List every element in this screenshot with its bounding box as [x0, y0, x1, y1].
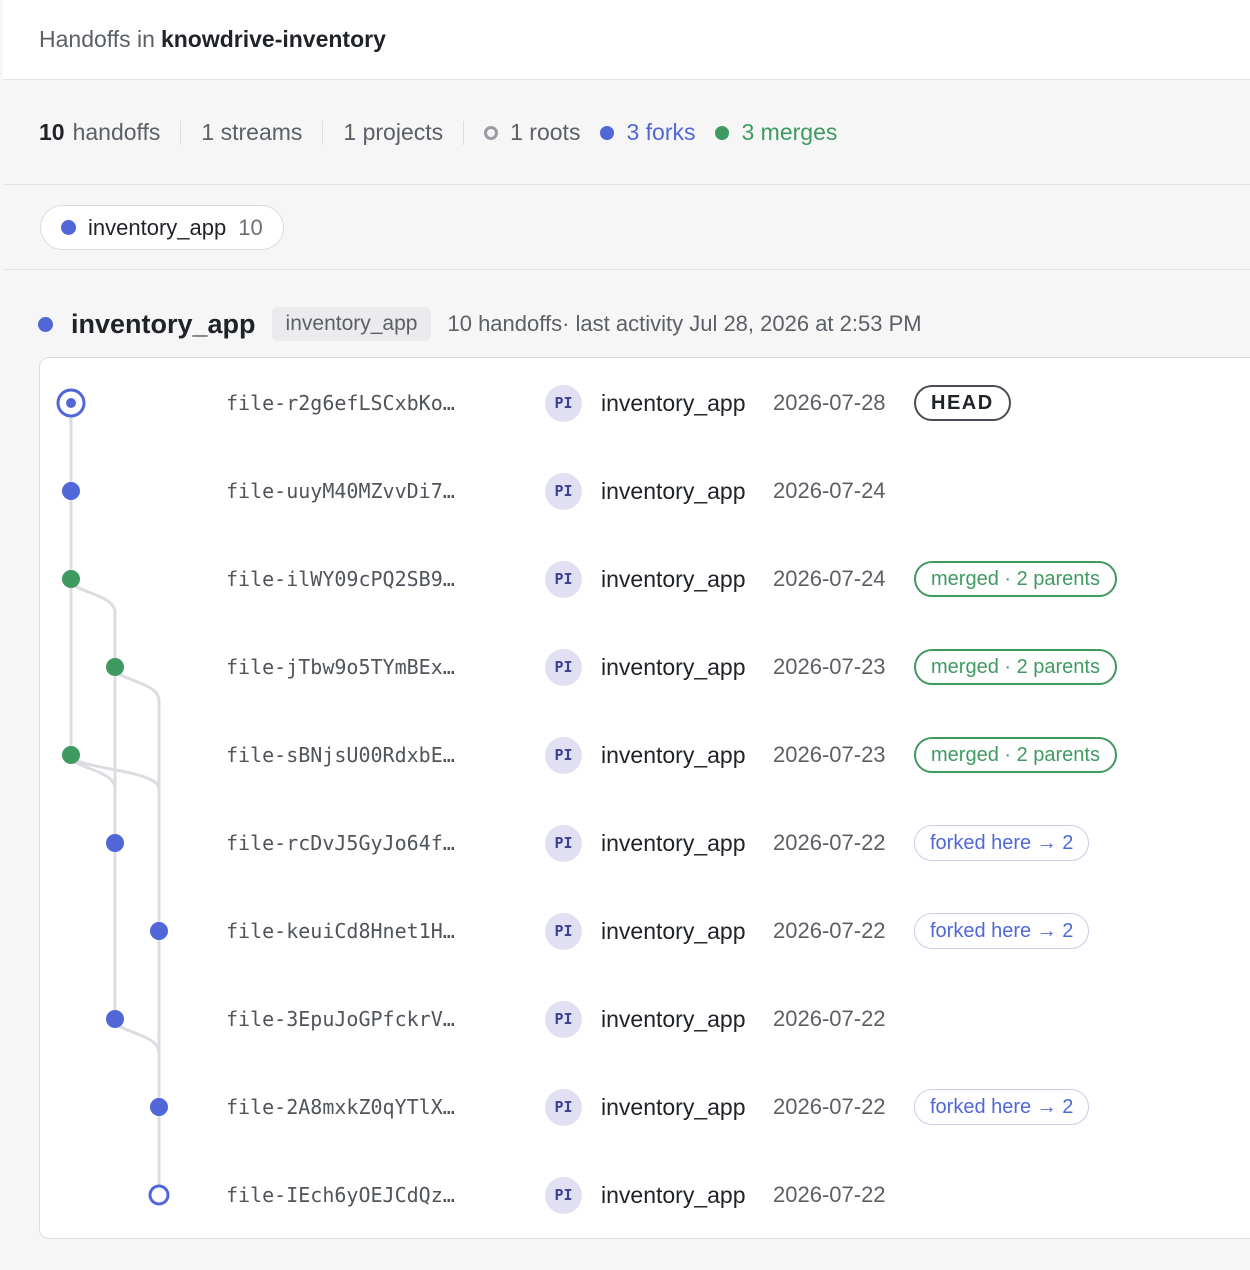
badge-head: HEAD	[914, 385, 1011, 421]
handoff-author: inventory_app	[601, 389, 746, 416]
handoff-row[interactable]: file-r2g6efLSCxbKo… PI inventory_app 2026-0…	[40, 378, 1250, 428]
divider	[180, 120, 182, 145]
stream-filter-chip[interactable]: inventory_app 10	[40, 205, 284, 250]
handoff-author: inventory_app	[601, 829, 746, 856]
handoff-author: inventory_app	[601, 565, 746, 592]
handoff-file[interactable]: file-rcDvJ5GyJo64f…	[226, 831, 455, 855]
badge-forked: forked here → 2	[914, 1089, 1090, 1125]
handoff-file[interactable]: file-uuyM40MZvvDi7…	[226, 479, 455, 503]
handoff-date: 2026-07-22	[773, 1006, 886, 1031]
badge-merged: merged · 2 parents	[914, 561, 1117, 597]
handoff-file[interactable]: file-keuiCd8Hnet1H…	[226, 919, 455, 943]
roots-label: 1 roots	[510, 119, 581, 145]
handoff-file[interactable]: file-IEch6yOEJCdQz…	[226, 1183, 455, 1207]
repo-name[interactable]: knowdrive-inventory	[161, 26, 386, 53]
handoff-date: 2026-07-22	[773, 830, 886, 855]
handoff-date: 2026-07-24	[773, 478, 886, 503]
handoff-date: 2026-07-23	[773, 742, 886, 767]
handoff-author: inventory_app	[601, 477, 746, 504]
fork-dot-icon	[600, 125, 615, 140]
handoff-file[interactable]: file-jTbw9o5TYmBEx…	[226, 655, 455, 679]
avatar: PI	[545, 1088, 582, 1126]
stream-count: 10 handoffs	[447, 311, 563, 336]
handoff-date: 2026-07-28	[773, 390, 886, 415]
stream-activity: · last activity Jul 28, 2026 at 2:53 PM	[562, 311, 922, 336]
avatar: PI	[545, 736, 582, 774]
avatar: PI	[545, 472, 582, 510]
badge-forked: forked here → 2	[914, 913, 1090, 949]
stream-header: inventory_app inventory_app 10 handoffs …	[38, 303, 922, 345]
handoff-date: 2026-07-23	[773, 654, 886, 679]
stat-roots: 1 roots	[484, 119, 580, 146]
avatar: PI	[545, 384, 582, 422]
divider	[463, 120, 465, 145]
stat-forks: 3 forks	[600, 119, 695, 146]
stat-merges: 3 merges	[715, 119, 837, 146]
chip-label: inventory_app	[88, 214, 227, 240]
avatar: PI	[545, 560, 582, 598]
handoff-row[interactable]: file-3EpuJoGPfckrV… PI inventory_app 2026-0…	[40, 994, 1250, 1044]
stream-title: inventory_app	[71, 308, 256, 339]
merges-label: 3 merges	[741, 119, 838, 145]
handoff-author: inventory_app	[601, 1181, 746, 1208]
avatar: PI	[545, 1176, 582, 1214]
handoff-row[interactable]: file-2A8mxkZ0qYTlX… PI inventory_app 2026-0…	[40, 1082, 1250, 1132]
divider	[322, 120, 324, 145]
handoff-row[interactable]: file-keuiCd8Hnet1H… PI inventory_app 2026-0…	[40, 906, 1250, 956]
handoff-row[interactable]: file-ilWY09cPQ2SB9… PI inventory_app 2026-0…	[40, 554, 1250, 604]
stat-streams: 1 streams	[201, 119, 303, 145]
stream-dot-icon	[61, 220, 76, 235]
page-header: Handoffs in knowdrive-inventory	[3, 0, 1250, 80]
handoff-row[interactable]: file-rcDvJ5GyJo64f… PI inventory_app 2026-0…	[40, 818, 1250, 868]
project-tag[interactable]: inventory_app	[271, 307, 432, 341]
handoff-author: inventory_app	[601, 1005, 746, 1032]
handoff-date: 2026-07-24	[773, 566, 886, 591]
handoff-date: 2026-07-22	[773, 1182, 886, 1207]
avatar: PI	[545, 912, 582, 950]
stream-filter-bar: inventory_app 10	[3, 186, 1250, 270]
handoff-author: inventory_app	[601, 741, 746, 768]
avatar: PI	[545, 1000, 582, 1038]
handoff-date: 2026-07-22	[773, 918, 886, 943]
handoff-file[interactable]: file-ilWY09cPQ2SB9…	[226, 567, 455, 591]
handoff-date: 2026-07-22	[773, 1094, 886, 1119]
header-prefix: Handoffs in	[39, 26, 155, 52]
handoff-row[interactable]: file-IEch6yOEJCdQz… PI inventory_app 2026-0…	[40, 1170, 1250, 1220]
avatar: PI	[545, 824, 582, 862]
handoff-author: inventory_app	[601, 653, 746, 680]
handoff-file[interactable]: file-3EpuJoGPfckrV…	[226, 1007, 455, 1031]
badge-merged: merged · 2 parents	[914, 649, 1117, 685]
stats-bar: 10 handoffs 1 streams 1 projects 1 roots…	[3, 81, 1250, 185]
avatar: PI	[545, 648, 582, 686]
handoff-row[interactable]: file-sBNjsU00RdxbE… PI inventory_app 2026-0…	[40, 730, 1250, 780]
forks-label: 3 forks	[626, 119, 696, 145]
badge-merged: merged · 2 parents	[914, 737, 1117, 773]
handoff-file[interactable]: file-2A8mxkZ0qYTlX…	[226, 1095, 455, 1119]
handoffs-label: handoffs	[72, 119, 161, 145]
merge-dot-icon	[715, 125, 730, 140]
chip-count: 10	[238, 214, 263, 240]
handoffs-count: 10	[39, 119, 65, 145]
badge-forked: forked here → 2	[914, 825, 1090, 861]
handoff-row[interactable]: file-uuyM40MZvvDi7… PI inventory_app 2026-0…	[40, 466, 1250, 516]
handoff-row[interactable]: file-jTbw9o5TYmBEx… PI inventory_app 2026-0…	[40, 642, 1250, 692]
handoff-file[interactable]: file-r2g6efLSCxbKo…	[226, 391, 455, 415]
stream-dot-icon	[38, 316, 53, 332]
handoff-author: inventory_app	[601, 917, 746, 944]
stat-handoffs: 10 handoffs	[39, 119, 160, 146]
stat-projects: 1 projects	[343, 119, 444, 145]
handoff-file[interactable]: file-sBNjsU00RdxbE…	[226, 743, 455, 767]
graph-edge	[113, 666, 161, 931]
handoff-graph-panel: file-r2g6efLSCxbKo… PI inventory_app 2026-0…	[39, 357, 1250, 1239]
handoff-author: inventory_app	[601, 1093, 746, 1120]
root-ring-icon	[484, 125, 499, 140]
